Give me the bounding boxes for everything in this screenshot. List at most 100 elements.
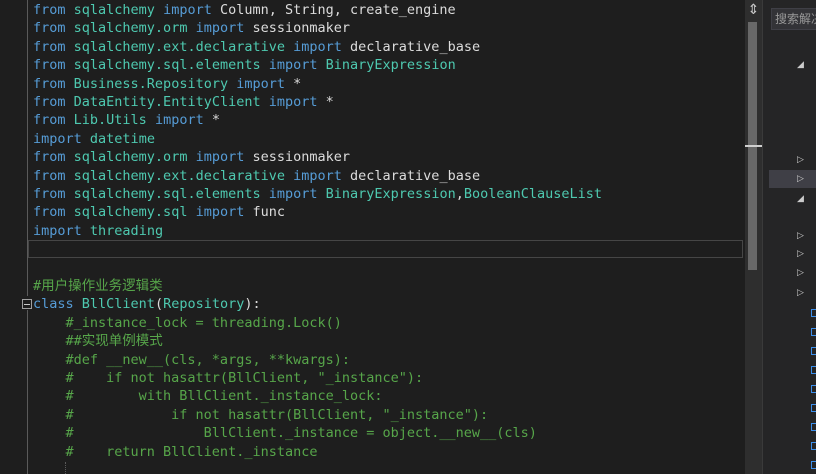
- keyword-token: import: [268, 94, 318, 110]
- code-line[interactable]: ##实现单例模式: [33, 332, 163, 350]
- file-icon[interactable]: [811, 328, 816, 336]
- file-icon[interactable]: [811, 442, 816, 450]
- code-editor[interactable]: from sqlalchemy import Column, String, c…: [0, 0, 745, 474]
- keyword-token: import: [293, 167, 342, 184]
- plain-token: sessionmaker: [244, 20, 351, 37]
- identifier-token: DataEntity.EntityClient: [73, 94, 261, 110]
- keyword-token: import: [293, 38, 342, 55]
- code-line[interactable]: class BllClient(Repository):: [33, 295, 261, 313]
- keyword-token: import: [268, 186, 318, 202]
- keyword-token: class: [33, 296, 74, 313]
- identifier-token: sqlalchemy.sql.elements: [73, 186, 261, 202]
- keyword-token: from: [33, 20, 66, 37]
- solution-search-input[interactable]: 搜索解决方案: [771, 8, 816, 30]
- code-line[interactable]: from DataEntity.EntityClient import *: [33, 93, 334, 111]
- identifier-token: Repository: [163, 296, 245, 313]
- code-line[interactable]: from Lib.Utils import *: [33, 111, 220, 129]
- comment-token: #用户操作业务逻辑类: [33, 278, 163, 294]
- keyword-token: import: [236, 75, 286, 92]
- comment-token: #def __new__(cls, *args, **kwargs):: [33, 351, 350, 368]
- plain-token: sessionmaker: [244, 149, 351, 166]
- comment-token: # if not hasattr(BllClient, "_instance")…: [33, 406, 489, 423]
- keyword-token: import: [195, 20, 245, 37]
- code-line[interactable]: # if not hasattr(BllClient, "_instance")…: [33, 369, 424, 387]
- collapsed-arrow-icon[interactable]: ▷: [797, 231, 804, 241]
- comment-token: ##实现单例模式: [33, 333, 163, 350]
- code-line[interactable]: #用户操作业务逻辑类: [33, 277, 163, 295]
- identifier-token: sqlalchemy.sql: [73, 204, 188, 221]
- keyword-token: from: [33, 94, 66, 110]
- code-line[interactable]: # return BllClient._instance: [33, 443, 318, 461]
- keyword-token: from: [33, 204, 66, 221]
- code-line[interactable]: # if not hasattr(BllClient, "_instance")…: [33, 406, 489, 424]
- keyword-token: from: [33, 167, 66, 184]
- code-line[interactable]: # with BllClient._instance_lock:: [33, 387, 383, 405]
- identifier-token: sqlalchemy.ext.declarative: [73, 38, 285, 55]
- collapse-icon[interactable]: [22, 299, 32, 309]
- code-line[interactable]: from sqlalchemy.ext.declarative import d…: [33, 167, 480, 185]
- code-line[interactable]: import datetime: [33, 130, 155, 148]
- plain-token: *: [317, 94, 334, 110]
- identifier-token: sqlalchemy.ext.declarative: [73, 167, 285, 184]
- expanded-arrow-icon[interactable]: ◢: [797, 60, 804, 70]
- code-line[interactable]: from sqlalchemy.sql.elements import Bina…: [33, 56, 456, 74]
- keyword-token: from: [33, 2, 66, 18]
- code-line[interactable]: from sqlalchemy.orm import sessionmaker: [33, 148, 350, 166]
- keyword-token: from: [33, 75, 66, 92]
- expanded-arrow-icon[interactable]: ◢: [797, 194, 804, 204]
- code-line[interactable]: from sqlalchemy import Column, String, c…: [33, 1, 456, 19]
- indent-guide: [65, 462, 66, 474]
- code-line[interactable]: # BllClient._instance = object.__new__(c…: [33, 424, 537, 442]
- identifier-token: sqlalchemy.sql.elements: [73, 57, 261, 74]
- file-icon[interactable]: [811, 404, 816, 412]
- comment-token: #_instance_lock = threading.Lock(): [33, 314, 342, 331]
- code-line[interactable]: #_instance_lock = threading.Lock(): [33, 314, 342, 332]
- file-icon[interactable]: [811, 347, 816, 355]
- code-line[interactable]: from sqlalchemy.ext.declarative import d…: [33, 38, 480, 56]
- file-icon[interactable]: [811, 309, 816, 317]
- identifier-token: BooleanClauseList: [463, 186, 603, 202]
- collapsed-arrow-icon[interactable]: ▷: [797, 155, 804, 165]
- scroll-position-marker: [745, 145, 762, 147]
- tree-item-selected[interactable]: [769, 170, 816, 188]
- code-line[interactable]: #def __new__(cls, *args, **kwargs):: [33, 351, 350, 369]
- gutter-line-bottom: [27, 310, 28, 474]
- code-line[interactable]: from sqlalchemy.orm import sessionmaker: [33, 19, 350, 37]
- collapsed-arrow-icon[interactable]: ▷: [797, 288, 804, 298]
- file-icon[interactable]: [811, 366, 816, 374]
- plain-token: ,: [455, 186, 464, 202]
- split-icon[interactable]: ⇕: [745, 2, 762, 18]
- file-icon[interactable]: [811, 423, 816, 431]
- file-icon[interactable]: [811, 461, 816, 469]
- collapsed-arrow-icon[interactable]: ▷: [797, 268, 804, 278]
- comment-token: # BllClient._instance = object.__new__(c…: [33, 425, 537, 442]
- keyword-token: import: [154, 112, 204, 129]
- plain-token: func: [244, 204, 286, 221]
- code-line[interactable]: from sqlalchemy.sql.elements import Bina…: [33, 185, 602, 203]
- code-line[interactable]: from Business.Repository import *: [33, 75, 301, 93]
- identifier-token: BinaryExpression: [325, 57, 456, 74]
- collapsed-arrow-icon[interactable]: ▷: [797, 174, 804, 184]
- code-line[interactable]: from sqlalchemy.sql import func: [33, 203, 285, 221]
- file-icon[interactable]: [811, 385, 816, 393]
- identifier-token: Business.Repository: [73, 75, 229, 92]
- collapsed-arrow-icon[interactable]: ▷: [797, 249, 804, 259]
- current-line-highlight: [28, 240, 743, 258]
- code-line[interactable]: import threading: [33, 222, 163, 240]
- plain-token: declarative_base: [341, 38, 481, 55]
